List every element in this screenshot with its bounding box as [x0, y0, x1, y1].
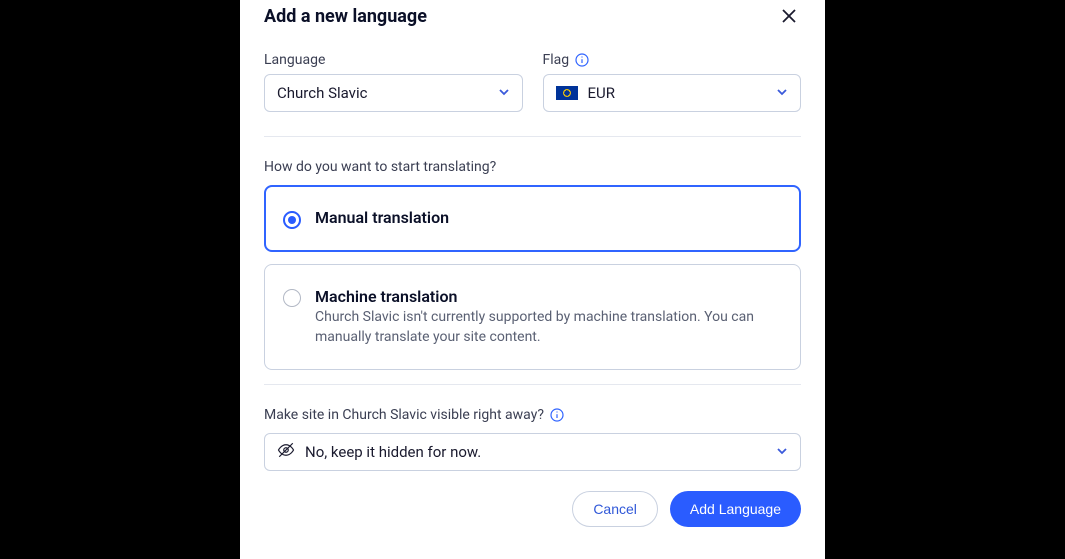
chevron-down-icon — [776, 84, 788, 102]
eu-flag-icon — [556, 86, 578, 100]
flag-label: Flag — [543, 52, 802, 68]
divider — [264, 136, 801, 137]
radio-manual-translation[interactable]: Manual translation — [264, 185, 801, 252]
visibility-select[interactable]: No, keep it hidden for now. — [264, 433, 801, 471]
language-value: Church Slavic — [277, 84, 367, 102]
machine-translation-description: Church Slavic isn't currently supported … — [315, 308, 782, 347]
flag-value: EUR — [588, 84, 616, 102]
modal-header: Add a new language — [264, 0, 801, 40]
machine-translation-title: Machine translation — [315, 287, 782, 306]
radio-content: Manual translation — [315, 208, 782, 229]
manual-translation-title: Manual translation — [315, 208, 782, 227]
radio-indicator-unchecked — [283, 289, 301, 307]
visibility-value: No, keep it hidden for now. — [305, 443, 481, 461]
add-language-button[interactable]: Add Language — [670, 491, 801, 527]
modal-title: Add a new language — [264, 6, 427, 27]
visibility-question: Make site in Church Slavic visible right… — [264, 407, 801, 423]
chevron-down-icon — [498, 84, 510, 102]
radio-machine-translation[interactable]: Machine translation Church Slavic isn't … — [264, 264, 801, 370]
flag-select[interactable]: EUR — [543, 74, 802, 112]
visibility-content: No, keep it hidden for now. — [277, 441, 481, 463]
info-icon[interactable] — [575, 53, 589, 67]
radio-content: Machine translation Church Slavic isn't … — [315, 287, 782, 347]
divider — [264, 384, 801, 385]
modal-footer: Cancel Add Language — [264, 491, 801, 531]
translation-question: How do you want to start translating? — [264, 159, 801, 175]
language-label: Language — [264, 52, 523, 68]
hidden-icon — [277, 441, 295, 463]
flag-select-content: EUR — [556, 84, 616, 102]
visibility-question-text: Make site in Church Slavic visible right… — [264, 407, 544, 423]
close-button[interactable] — [777, 4, 801, 28]
language-select[interactable]: Church Slavic — [264, 74, 523, 112]
flag-field: Flag EUR — [543, 52, 802, 112]
language-field: Language Church Slavic — [264, 52, 523, 112]
cancel-button[interactable]: Cancel — [572, 491, 658, 527]
add-language-modal: Add a new language Language Church Slavi… — [240, 0, 825, 559]
chevron-down-icon — [776, 443, 788, 461]
flag-label-text: Flag — [543, 52, 570, 68]
info-icon[interactable] — [550, 408, 564, 422]
close-icon — [781, 8, 797, 24]
form-row: Language Church Slavic Flag — [264, 52, 801, 112]
radio-indicator-checked — [283, 211, 301, 229]
